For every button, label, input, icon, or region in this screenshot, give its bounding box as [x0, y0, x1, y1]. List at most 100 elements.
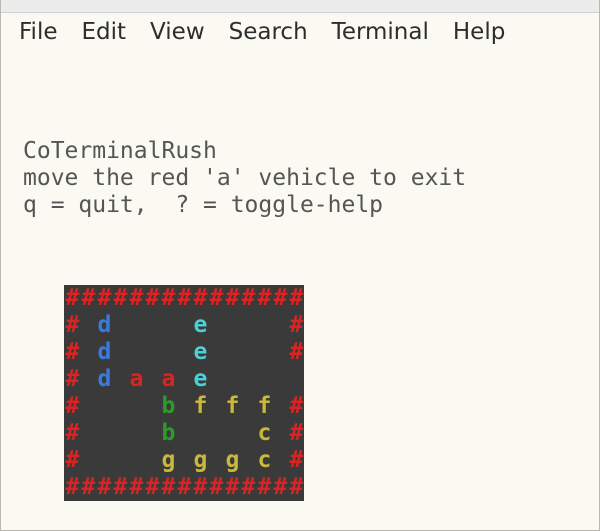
board-row: # b f f f #: [64, 393, 304, 420]
wall-cell: #: [64, 420, 80, 447]
empty-cell: [112, 447, 128, 474]
app-title: CoTerminalRush: [23, 138, 217, 164]
wall-cell: #: [256, 474, 272, 501]
wall-cell: #: [112, 285, 128, 312]
wall-cell: #: [288, 474, 304, 501]
wall-cell: #: [192, 474, 208, 501]
empty-cell: [272, 420, 288, 447]
board-row: ###############: [64, 474, 304, 501]
empty-cell: [96, 420, 112, 447]
empty-cell: [176, 366, 192, 393]
empty-cell: [176, 393, 192, 420]
menu-file[interactable]: File: [19, 19, 58, 45]
empty-cell: [288, 366, 304, 393]
wall-cell: #: [64, 366, 80, 393]
game-board: ################ d e ## d e ## d a a e #…: [64, 285, 304, 501]
empty-cell: [128, 339, 144, 366]
empty-cell: [128, 393, 144, 420]
empty-cell: [272, 339, 288, 366]
menubar: File Edit View Search Terminal Help: [1, 13, 599, 55]
empty-cell: [144, 366, 160, 393]
board-row: # d e #: [64, 312, 304, 339]
empty-cell: [96, 393, 112, 420]
empty-cell: [160, 312, 176, 339]
menu-terminal[interactable]: Terminal: [332, 19, 429, 45]
wall-cell: #: [176, 285, 192, 312]
terminal-content[interactable]: CoTerminalRush move the red 'a' vehicle …: [1, 55, 599, 531]
empty-cell: [176, 339, 192, 366]
empty-cell: [80, 366, 96, 393]
empty-cell: [176, 312, 192, 339]
empty-cell: [144, 420, 160, 447]
wall-cell: #: [96, 285, 112, 312]
menu-help[interactable]: Help: [453, 19, 505, 45]
wall-cell: #: [256, 285, 272, 312]
empty-cell: [208, 420, 224, 447]
empty-cell: [112, 393, 128, 420]
empty-cell: [208, 339, 224, 366]
empty-cell: [224, 420, 240, 447]
empty-cell: [240, 366, 256, 393]
wall-cell: #: [176, 474, 192, 501]
empty-cell: [272, 366, 288, 393]
wall-cell: #: [64, 447, 80, 474]
empty-cell: [80, 393, 96, 420]
empty-cell: [256, 312, 272, 339]
wall-cell: #: [64, 393, 80, 420]
wall-cell: #: [288, 285, 304, 312]
empty-cell: [224, 366, 240, 393]
wall-cell: #: [208, 285, 224, 312]
board-row: ###############: [64, 285, 304, 312]
menu-search[interactable]: Search: [229, 19, 308, 45]
vehicle-f-cell: f: [256, 393, 272, 420]
board-row: # d a a e: [64, 366, 304, 393]
wall-cell: #: [144, 285, 160, 312]
wall-cell: #: [240, 285, 256, 312]
menu-view[interactable]: View: [150, 19, 205, 45]
wall-cell: #: [128, 474, 144, 501]
vehicle-a-cell: a: [128, 366, 144, 393]
wall-cell: #: [288, 447, 304, 474]
empty-cell: [240, 339, 256, 366]
wall-cell: #: [160, 285, 176, 312]
wall-cell: #: [240, 474, 256, 501]
board-row: # b c #: [64, 420, 304, 447]
empty-cell: [144, 312, 160, 339]
empty-cell: [80, 312, 96, 339]
vehicle-c-cell: c: [256, 447, 272, 474]
empty-cell: [240, 312, 256, 339]
empty-cell: [80, 339, 96, 366]
vehicle-b-cell: b: [160, 393, 176, 420]
vehicle-e-cell: e: [192, 312, 208, 339]
empty-cell: [240, 447, 256, 474]
wall-cell: #: [288, 312, 304, 339]
empty-cell: [224, 339, 240, 366]
wall-cell: #: [288, 420, 304, 447]
board-row: # d e #: [64, 339, 304, 366]
menu-edit[interactable]: Edit: [82, 19, 127, 45]
vehicle-d-cell: d: [96, 366, 112, 393]
wall-cell: #: [80, 474, 96, 501]
empty-cell: [112, 366, 128, 393]
empty-cell: [272, 447, 288, 474]
empty-cell: [112, 339, 128, 366]
empty-cell: [176, 447, 192, 474]
wall-cell: #: [160, 474, 176, 501]
empty-cell: [256, 366, 272, 393]
wall-cell: #: [64, 339, 80, 366]
empty-cell: [224, 312, 240, 339]
vehicle-b-cell: b: [160, 420, 176, 447]
empty-cell: [80, 447, 96, 474]
vehicle-f-cell: f: [224, 393, 240, 420]
wall-cell: #: [96, 474, 112, 501]
empty-cell: [144, 393, 160, 420]
intro-block: CoTerminalRush move the red 'a' vehicle …: [9, 111, 599, 219]
empty-cell: [144, 447, 160, 474]
empty-cell: [208, 393, 224, 420]
empty-cell: [208, 366, 224, 393]
vehicle-g-cell: g: [160, 447, 176, 474]
wall-cell: #: [128, 285, 144, 312]
empty-cell: [240, 420, 256, 447]
board-row: # g g g c #: [64, 447, 304, 474]
empty-cell: [272, 393, 288, 420]
